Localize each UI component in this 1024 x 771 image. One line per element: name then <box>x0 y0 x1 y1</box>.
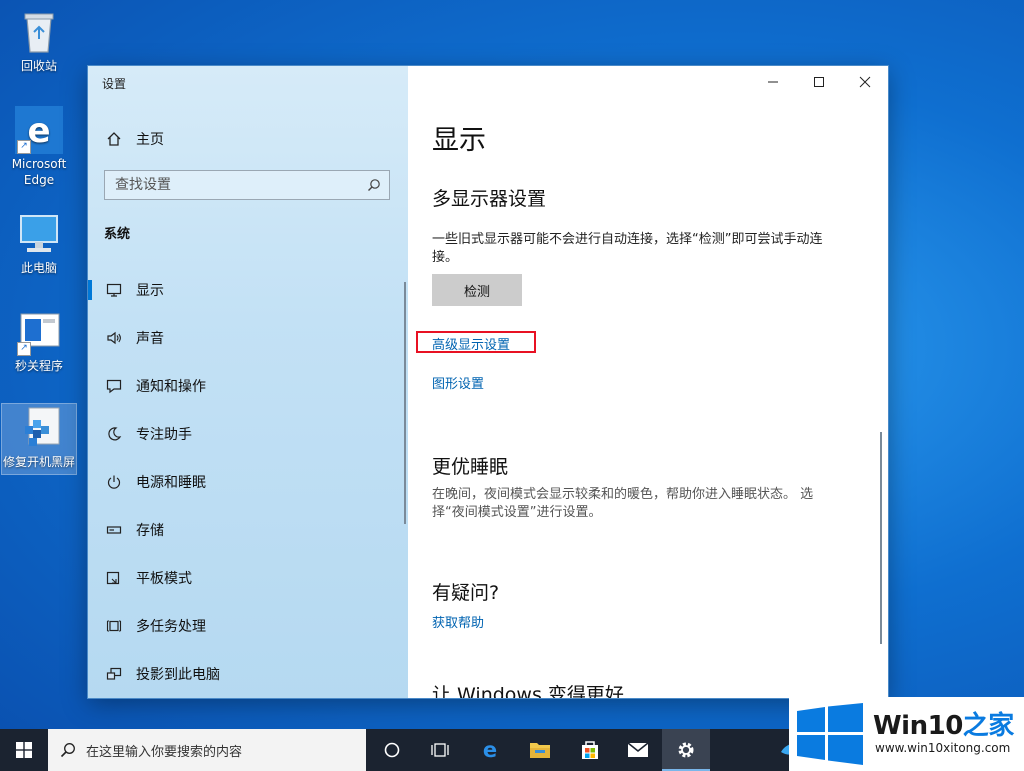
detect-button[interactable]: 检测 <box>432 274 522 306</box>
desktop-icon-quick-close[interactable]: ↗ 秒关程序 <box>2 308 76 374</box>
desktop-icon-edge[interactable]: e ↗ Microsoft Edge <box>2 106 76 188</box>
sidebar-item-power-sleep[interactable]: 电源和睡眠 <box>88 458 408 506</box>
question-heading: 有疑问? <box>432 582 500 604</box>
sidebar-item-tablet-mode[interactable]: 平板模式 <box>88 554 408 602</box>
sidebar-item-focus-assist[interactable]: 专注助手 <box>88 410 408 458</box>
search-icon <box>60 742 76 758</box>
sidebar-item-label: 平板模式 <box>136 571 192 587</box>
taskbar-store-button[interactable] <box>566 729 614 771</box>
watermark-title: Win10之家 <box>873 711 1014 741</box>
desktop-icon-fix-black-screen[interactable]: 修复开机黑屏 <box>1 403 77 475</box>
package-icon <box>15 404 63 452</box>
speaker-icon <box>104 330 124 346</box>
taskbar-search[interactable]: 在这里输入你要搜索的内容 <box>48 729 366 771</box>
store-icon <box>582 741 598 759</box>
sidebar-item-label: 存储 <box>136 523 164 539</box>
sidebar-item-notifications[interactable]: 通知和操作 <box>88 362 408 410</box>
section-label: 系统 <box>104 227 131 242</box>
windows-logo-icon <box>795 703 865 769</box>
sidebar-item-label: 多任务处理 <box>136 619 206 635</box>
sleep-heading: 更优睡眠 <box>432 456 509 478</box>
svg-text:e: e <box>483 739 497 761</box>
shortcut-arrow-icon: ↗ <box>17 342 31 356</box>
watermark-url: www.win10xitong.com <box>875 741 1011 755</box>
settings-sidebar: 设置 主页 系统 显示 声 <box>88 66 408 698</box>
sidebar-item-label: 电源和睡眠 <box>136 475 206 491</box>
desktop-icon-label: Microsoft Edge <box>11 157 67 187</box>
notification-icon <box>104 378 124 394</box>
sidebar-item-sound[interactable]: 声音 <box>88 314 408 362</box>
desktop-icon-label: 此电脑 <box>20 261 57 275</box>
sidebar-item-project-to-pc[interactable]: 投影到此电脑 <box>88 650 408 698</box>
sidebar-item-storage[interactable]: 存储 <box>88 506 408 554</box>
multi-display-heading: 多显示器设置 <box>432 188 547 210</box>
desktop-icon-this-pc[interactable]: 此电脑 <box>2 210 76 276</box>
desktop-icon-label: 回收站 <box>20 59 57 73</box>
cortana-button[interactable] <box>368 729 416 771</box>
monitor-icon <box>104 282 124 298</box>
get-help-link[interactable]: 获取帮助 <box>432 612 484 631</box>
desktop-icon-label: 修复开机黑屏 <box>2 455 75 469</box>
recycle-bin-icon <box>15 8 63 56</box>
sidebar-nav: 显示 声音 通知和操作 专注助手 电源和睡眠 存储 平板模式 多任务处理 投影到… <box>88 266 408 698</box>
make-windows-better-heading: 让 Windows 变得更好 <box>432 684 624 698</box>
desktop-icon-label: 秒关程序 <box>14 359 63 373</box>
project-icon <box>104 666 124 682</box>
shortcut-arrow-icon: ↗ <box>17 140 31 154</box>
settings-content: 显示 多显示器设置 一些旧式显示器可能不会进行自动连接，选择“检测”即可尝试手动… <box>408 66 888 698</box>
settings-window: 设置 主页 系统 显示 声 <box>88 66 888 698</box>
taskbar-mail-button[interactable] <box>614 729 662 771</box>
taskbar-search-placeholder: 在这里输入你要搜索的内容 <box>86 744 243 760</box>
computer-icon <box>15 210 63 258</box>
sidebar-item-label: 通知和操作 <box>136 379 206 395</box>
taskbar-explorer-button[interactable] <box>516 729 564 771</box>
maximize-button[interactable] <box>796 66 842 98</box>
sidebar-item-label: 显示 <box>136 283 164 299</box>
minimize-button[interactable] <box>750 66 796 98</box>
sidebar-home[interactable]: 主页 <box>104 128 164 150</box>
moon-icon <box>104 426 124 442</box>
desktop-icon-recycle-bin[interactable]: 回收站 <box>2 8 76 74</box>
window-title: 设置 <box>102 77 127 91</box>
page-title: 显示 <box>432 125 486 156</box>
sidebar-item-label: 声音 <box>136 331 164 347</box>
graphics-settings-link[interactable]: 图形设置 <box>432 373 484 392</box>
tablet-icon <box>104 570 124 586</box>
maximize-icon <box>814 77 824 87</box>
close-button[interactable] <box>842 66 888 98</box>
storage-icon <box>104 522 124 538</box>
content-scrollbar[interactable] <box>880 432 882 644</box>
sidebar-scrollbar[interactable] <box>404 282 406 524</box>
windows-logo-icon <box>16 742 32 758</box>
home-icon <box>104 131 124 147</box>
sleep-description: 在晚间，夜间模式会显示较柔和的暖色，帮助你进入睡眠状态。 选择“夜间模式设置”进… <box>432 487 814 520</box>
sidebar-item-label: 投影到此电脑 <box>136 667 220 683</box>
edge-icon: e ↗ <box>15 106 63 154</box>
multitask-icon <box>104 618 124 634</box>
home-label: 主页 <box>136 132 164 148</box>
gear-icon <box>678 742 694 758</box>
advanced-display-settings-link[interactable]: 高级显示设置 <box>432 334 510 353</box>
task-view-button[interactable] <box>416 729 464 771</box>
search-icon[interactable] <box>367 177 381 196</box>
minimize-icon <box>768 81 778 83</box>
sidebar-item-display[interactable]: 显示 <box>88 266 408 314</box>
task-view-icon <box>431 743 449 757</box>
close-icon <box>859 76 871 88</box>
sidebar-item-multitasking[interactable]: 多任务处理 <box>88 602 408 650</box>
mail-icon <box>627 742 649 757</box>
sidebar-item-label: 专注助手 <box>136 427 192 443</box>
power-icon <box>104 474 124 490</box>
taskbar-settings-button[interactable] <box>662 729 710 771</box>
settings-search[interactable] <box>104 170 390 200</box>
settings-search-input[interactable] <box>105 171 365 199</box>
program-window-icon: ↗ <box>15 308 63 356</box>
folder-icon <box>530 743 550 758</box>
multi-display-description: 一些旧式显示器可能不会进行自动连接，选择“检测”即可尝试手动连接。 <box>432 232 823 265</box>
cortana-icon <box>384 742 400 758</box>
watermark: Win10之家 www.win10xitong.com <box>789 697 1024 771</box>
start-button[interactable] <box>0 729 48 771</box>
edge-icon: e <box>483 739 497 761</box>
taskbar-edge-button[interactable]: e <box>466 729 514 771</box>
